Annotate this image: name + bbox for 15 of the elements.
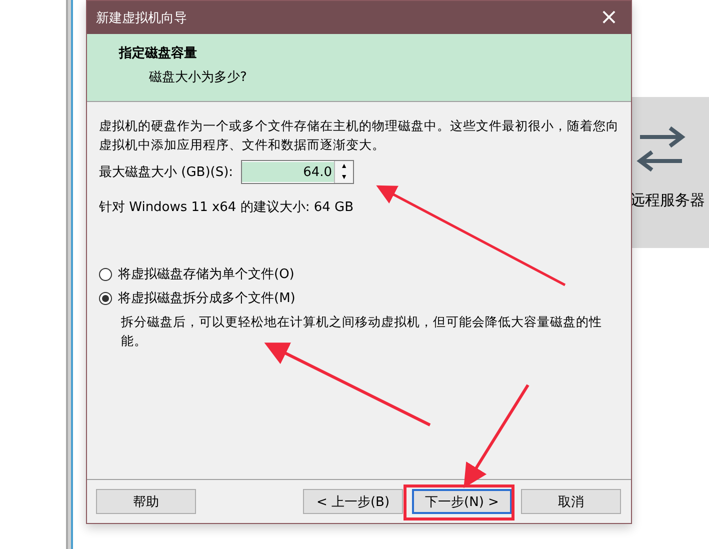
- split-note-text: 拆分磁盘后，可以更轻松地在计算机之间移动虚拟机，但可能会降低大容量磁盘的性能。: [121, 313, 603, 350]
- dialog-button[interactable]: < 上一步(B): [303, 489, 403, 514]
- option-label[interactable]: 将虚拟磁盘存储为单个文件(O): [118, 265, 294, 283]
- radio-button[interactable]: [99, 292, 112, 304]
- dialog-button[interactable]: 取消: [521, 489, 621, 514]
- window-title: 新建虚拟机向导: [96, 10, 187, 26]
- recommendation-text: 针对 Windows 11 x64 的建议大小: 64 GB: [99, 199, 355, 216]
- step-title: 指定磁盘容量: [119, 44, 198, 62]
- option-label[interactable]: 将虚拟磁盘拆分成多个文件(M): [118, 289, 296, 307]
- next-button[interactable]: 下一步(N) >: [412, 489, 512, 514]
- close-button[interactable]: ×: [587, 1, 631, 34]
- step-subtitle: 磁盘大小为多少?: [149, 69, 248, 86]
- dialog-button[interactable]: 帮助: [96, 489, 196, 514]
- radio-button[interactable]: [99, 268, 112, 280]
- size-label: 最大磁盘大小 (GB)(S):: [99, 164, 234, 181]
